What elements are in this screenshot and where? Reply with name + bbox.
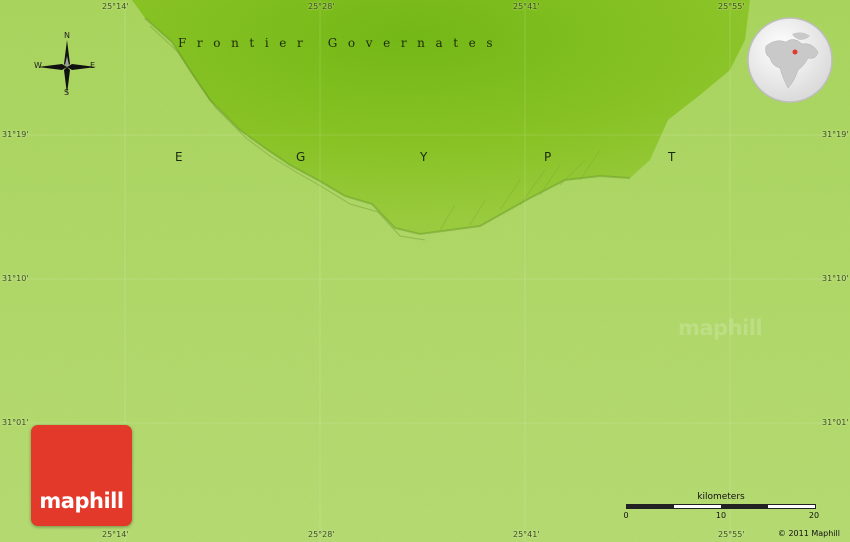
compass-south: S — [64, 88, 70, 97]
scale-bar: kilometers 0 10 20 — [623, 492, 820, 522]
maphill-logo[interactable]: maphill — [31, 425, 132, 526]
latitude-label-left: 31°01' — [2, 418, 29, 427]
longitude-label-bottom: 25°55' — [718, 530, 745, 539]
scale-bar-graphic — [626, 504, 816, 509]
scale-tick: 0 — [623, 511, 629, 520]
scale-tick: 10 — [715, 511, 727, 520]
scale-title: kilometers — [697, 492, 745, 502]
compass-rose-icon: N S W E — [32, 31, 102, 102]
scale-tick: 20 — [808, 511, 820, 520]
longitude-label-bottom: 25°14' — [102, 530, 129, 539]
longitude-label-top: 25°41' — [513, 2, 540, 11]
longitude-label-bottom: 25°41' — [513, 530, 540, 539]
longitude-label-top: 25°28' — [308, 2, 335, 11]
longitude-label-top: 25°14' — [102, 2, 129, 11]
latitude-label-left: 31°19' — [2, 130, 29, 139]
country-label-letter: E — [175, 150, 183, 164]
latitude-label-left: 31°10' — [2, 274, 29, 283]
country-label-letter: P — [544, 150, 552, 164]
map-watermark: maphill — [678, 316, 763, 340]
scale-segment — [627, 505, 674, 508]
copyright-notice: © 2011 Maphill — [777, 529, 840, 538]
latitude-label-right: 31°01' — [822, 418, 849, 427]
longitude-label-bottom: 25°28' — [308, 530, 335, 539]
latitude-label-right: 31°19' — [822, 130, 849, 139]
scale-segment — [721, 505, 768, 508]
country-label-letter: G — [296, 150, 306, 164]
longitude-label-top: 25°55' — [718, 2, 745, 11]
country-label-letter: Y — [420, 150, 428, 164]
region-label: Frontier Governates — [178, 36, 504, 50]
compass-east: E — [90, 61, 96, 70]
country-label-letter: T — [668, 150, 676, 164]
logo-text: maphill — [39, 489, 124, 513]
compass-west: W — [34, 61, 42, 70]
globe-locator-icon — [747, 17, 833, 103]
latitude-label-right: 31°10' — [822, 274, 849, 283]
compass-north: N — [64, 31, 70, 40]
